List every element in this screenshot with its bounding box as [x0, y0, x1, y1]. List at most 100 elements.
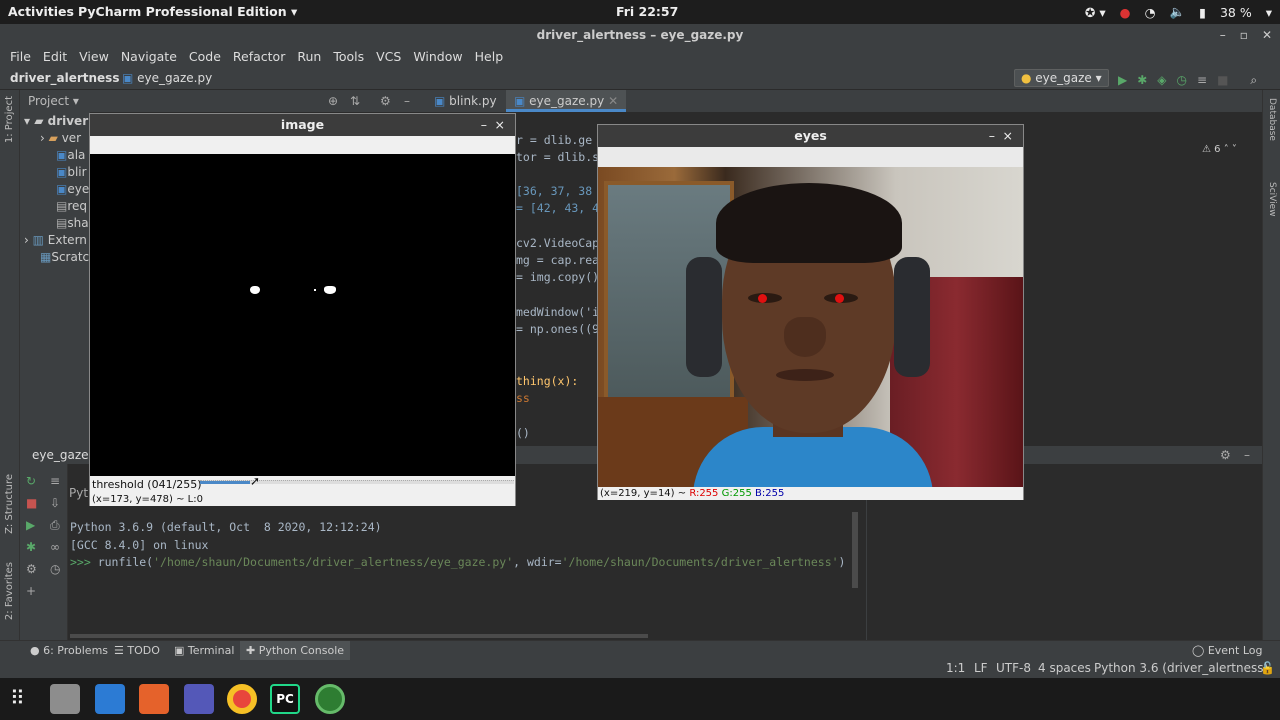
sciview-tool-tab[interactable]: SciView — [1267, 182, 1277, 217]
profile-icon[interactable]: ◷ — [1177, 70, 1187, 90]
tree-item-requirements[interactable]: ▤req — [56, 199, 87, 213]
text-editor-icon[interactable] — [95, 684, 125, 714]
breadcrumb-file[interactable]: ▣ eye_gaze.py — [122, 68, 212, 88]
menu-help[interactable]: Help — [469, 46, 510, 68]
maximize-icon[interactable]: ▫ — [1240, 24, 1248, 46]
file-encoding[interactable]: UTF-8 — [996, 660, 1031, 676]
add-icon[interactable]: + — [26, 584, 36, 598]
menu-view[interactable]: View — [73, 46, 115, 68]
software-center-icon[interactable] — [139, 684, 169, 714]
tree-item-external-libs[interactable]: › ▥ Extern — [24, 233, 87, 247]
coverage-icon[interactable]: ◈ — [1157, 70, 1166, 90]
event-log[interactable]: ◯ Event Log — [1186, 641, 1268, 661]
close-icon[interactable]: × — [495, 114, 505, 136]
pycharm-icon[interactable]: PC — [270, 684, 300, 714]
tree-item-alarm[interactable]: ▣ala — [56, 148, 85, 162]
tree-item-scratches[interactable]: ▦Scratc — [40, 250, 89, 264]
tab-terminal[interactable]: ▣ Terminal — [168, 641, 240, 661]
execute-icon[interactable]: ▶ — [26, 518, 35, 532]
tree-item-venv[interactable]: › ▰ ver — [40, 131, 81, 145]
image-window-titlebar[interactable]: image – × — [90, 114, 515, 136]
hide-icon[interactable]: – — [1244, 446, 1250, 464]
debug-icon[interactable]: ✱ — [1137, 70, 1147, 90]
rerun-icon[interactable]: ↻ — [26, 474, 36, 488]
hide-icon[interactable]: – — [404, 90, 410, 112]
database-tool-tab[interactable]: Database — [1267, 98, 1277, 141]
close-icon[interactable]: × — [1003, 125, 1013, 147]
interpreter[interactable]: Python 3.6 (driver_alertness) — [1094, 660, 1268, 676]
menu-file[interactable]: File — [4, 46, 37, 68]
tree-item-shape[interactable]: ▤sha — [56, 216, 89, 230]
search-icon[interactable]: ⌕ — [1250, 70, 1257, 90]
tree-item-blink[interactable]: ▣blir — [56, 165, 87, 179]
collapse-icon[interactable]: ⇅ — [350, 90, 360, 112]
concurrency-icon[interactable]: ≡ — [1197, 70, 1207, 90]
clock[interactable]: Fri 22:57 — [616, 4, 678, 19]
gear-icon[interactable]: ⚙ — [380, 90, 391, 112]
favorites-tool-tab[interactable]: 2: Favorites — [4, 562, 15, 620]
gear-icon[interactable]: ⚙ — [1220, 446, 1231, 464]
caret-position[interactable]: 1:1 — [946, 660, 965, 676]
menu-navigate[interactable]: Navigate — [115, 46, 183, 68]
print-icon[interactable]: ⎙ — [50, 518, 60, 533]
menu-code[interactable]: Code — [183, 46, 227, 68]
history-icon[interactable]: ◷ — [50, 562, 60, 576]
tree-root[interactable]: ▾ ▰ driver — [24, 114, 88, 128]
lock-icon[interactable]: 🔓 — [1260, 660, 1275, 676]
project-panel-title[interactable]: Project ▾ — [28, 90, 79, 112]
close-tab-icon[interactable]: ✕ — [608, 94, 618, 108]
opencv-eyes-window[interactable]: eyes – × (x=219, y=14) ~ R:255 G:255 B:255 — [597, 124, 1024, 500]
project-tool-tab[interactable]: 1: Project — [4, 96, 15, 143]
run-config-select[interactable]: ● eye_gaze ▾ — [1014, 69, 1109, 87]
stop-icon[interactable]: ■ — [26, 496, 37, 510]
breadcrumb-project[interactable]: driver_alertness — [10, 68, 119, 88]
tab-python-console[interactable]: ✚ Python Console — [240, 641, 351, 661]
minimize-icon[interactable]: – — [481, 114, 487, 136]
app-menu[interactable]: PyCharm Professional Edition ▾ — [78, 4, 297, 19]
run-panel-title[interactable]: eye_gaze — [32, 446, 89, 464]
menu-edit[interactable]: Edit — [37, 46, 73, 68]
eyes-window-titlebar[interactable]: eyes – × — [598, 125, 1023, 147]
tree-item-eye-gaze[interactable]: ▣eye — [56, 182, 89, 196]
menu-run[interactable]: Run — [291, 46, 327, 68]
menu-window[interactable]: Window — [407, 46, 468, 68]
locate-icon[interactable]: ⊕ — [328, 90, 338, 112]
stop-icon[interactable]: ■ — [1217, 70, 1228, 90]
chrome-icon[interactable] — [227, 684, 257, 714]
files-icon[interactable] — [50, 684, 80, 714]
activities-button[interactable]: Activities — [8, 4, 74, 19]
record-icon[interactable]: ● — [1120, 5, 1131, 20]
soft-wrap-icon[interactable]: ⇩ — [50, 496, 60, 510]
menu-vcs[interactable]: VCS — [370, 46, 407, 68]
structure-tool-tab[interactable]: Z: Structure — [4, 474, 15, 534]
minimize-icon[interactable]: – — [989, 125, 995, 147]
warnings-indicator[interactable]: ⚠ 6 ˄ ˅ — [1202, 144, 1237, 155]
menu-tools[interactable]: Tools — [327, 46, 370, 68]
teams-icon[interactable] — [184, 684, 214, 714]
app-icon[interactable] — [315, 684, 345, 714]
run-icon[interactable]: ▶ — [1118, 70, 1127, 90]
close-icon[interactable]: ✕ — [1262, 24, 1272, 46]
indent-setting[interactable]: 4 spaces — [1038, 660, 1091, 676]
tray-menu-icon[interactable]: ▾ — [1266, 5, 1272, 20]
tab-blink[interactable]: ▣ blink.py — [426, 90, 505, 112]
right-tool-strip: Database SciView — [1262, 90, 1280, 650]
console-vscrollbar[interactable] — [852, 512, 858, 588]
console-hscrollbar[interactable] — [70, 634, 648, 638]
accessibility-icon[interactable]: ✪ ▾ — [1085, 5, 1106, 20]
tab-eye-gaze[interactable]: ▣ eye_gaze.py ✕ — [506, 90, 627, 112]
minimize-icon[interactable]: – — [1220, 24, 1226, 46]
threshold-slider[interactable] — [200, 480, 514, 484]
scroll-icon[interactable]: ≡ — [50, 474, 60, 488]
tab-problems[interactable]: ● 6: Problems — [24, 641, 114, 661]
tab-todo[interactable]: ☰ TODO — [108, 641, 166, 661]
show-vars-icon[interactable]: ∞ — [50, 540, 60, 554]
line-separator[interactable]: LF — [974, 660, 988, 676]
console-tab-label[interactable]: Pyt — [69, 486, 88, 500]
opencv-image-window[interactable]: image – × threshold (041/255) ➚ (x=173, y=… — [89, 113, 516, 506]
apps-grid-icon[interactable]: ⠿ — [10, 686, 25, 710]
system-tray[interactable]: ✪ ▾ ● ◔ 🔈 ▮ 38 % ▾ — [1085, 4, 1272, 20]
settings-icon[interactable]: ⚙ — [26, 562, 37, 576]
debug-icon[interactable]: ✱ — [26, 540, 36, 554]
menu-refactor[interactable]: Refactor — [227, 46, 291, 68]
